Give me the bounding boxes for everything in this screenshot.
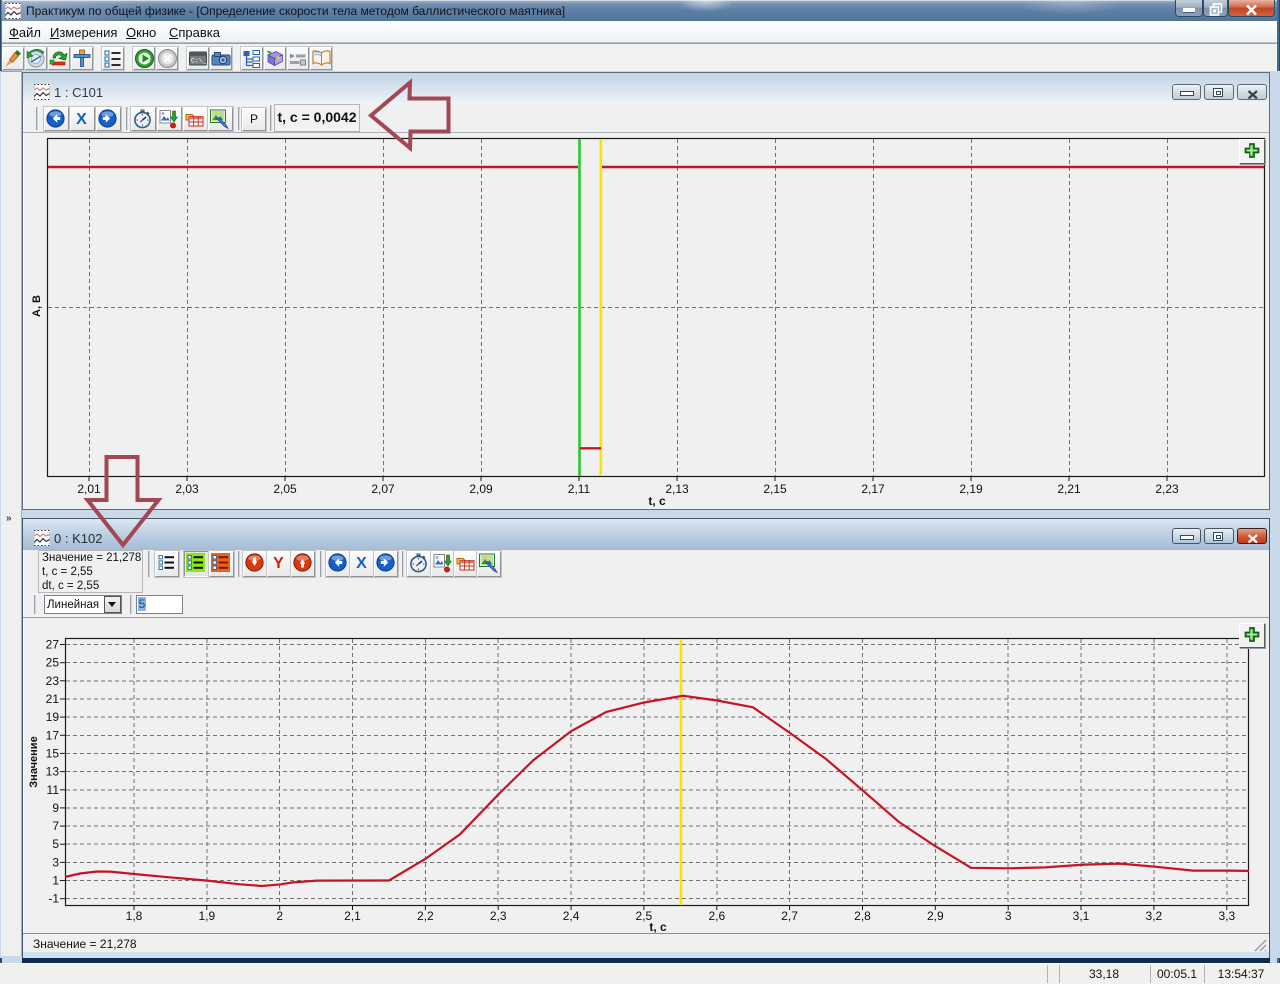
svg-text:А, В: А, В [31, 295, 43, 317]
svg-text:2,03: 2,03 [175, 482, 199, 496]
svg-text:2,05: 2,05 [273, 482, 297, 496]
svg-text:2,09: 2,09 [469, 482, 493, 496]
svg-text:1,9: 1,9 [198, 909, 215, 923]
svg-text:9: 9 [52, 801, 59, 815]
svg-text:25: 25 [46, 656, 60, 670]
svg-text:2,8: 2,8 [854, 909, 871, 923]
svg-text:23: 23 [46, 674, 60, 688]
svg-text:21: 21 [46, 692, 60, 706]
svg-text:2,19: 2,19 [959, 482, 983, 496]
svg-text:5: 5 [52, 837, 59, 851]
svg-text:2,3: 2,3 [490, 909, 507, 923]
svg-text:3,1: 3,1 [1073, 909, 1090, 923]
svg-text:3: 3 [52, 855, 59, 869]
svg-text:Значение: Значение [28, 736, 40, 787]
svg-text:2,6: 2,6 [708, 909, 725, 923]
svg-text:2,15: 2,15 [763, 482, 787, 496]
svg-text:13: 13 [46, 765, 60, 779]
svg-text:2,13: 2,13 [665, 482, 689, 496]
svg-text:2: 2 [276, 909, 283, 923]
svg-text:2,4: 2,4 [563, 909, 580, 923]
svg-text:3,3: 3,3 [1218, 909, 1235, 923]
svg-text:7: 7 [52, 819, 59, 833]
svg-text:2,17: 2,17 [861, 482, 885, 496]
svg-text:2,07: 2,07 [371, 482, 395, 496]
svg-text:2,01: 2,01 [77, 482, 101, 496]
svg-text:2,21: 2,21 [1057, 482, 1081, 496]
svg-text:19: 19 [46, 710, 60, 724]
svg-text:1,8: 1,8 [126, 909, 143, 923]
svg-text:2,7: 2,7 [781, 909, 798, 923]
svg-text:1: 1 [52, 874, 59, 888]
svg-text:t, c: t, c [649, 920, 667, 934]
svg-text:-1: -1 [48, 892, 59, 906]
svg-text:2,2: 2,2 [417, 909, 434, 923]
svg-text:2,23: 2,23 [1155, 482, 1179, 496]
svg-text:2,11: 2,11 [568, 482, 591, 496]
svg-text:3: 3 [1005, 909, 1012, 923]
svg-text:27: 27 [46, 638, 60, 652]
svg-text:t, c: t, c [648, 494, 666, 508]
svg-text:17: 17 [46, 728, 60, 742]
svg-text:15: 15 [46, 746, 60, 760]
svg-text:2,1: 2,1 [344, 909, 361, 923]
svg-text:2,9: 2,9 [927, 909, 944, 923]
svg-text:11: 11 [47, 783, 60, 797]
svg-text:3,2: 3,2 [1146, 909, 1163, 923]
